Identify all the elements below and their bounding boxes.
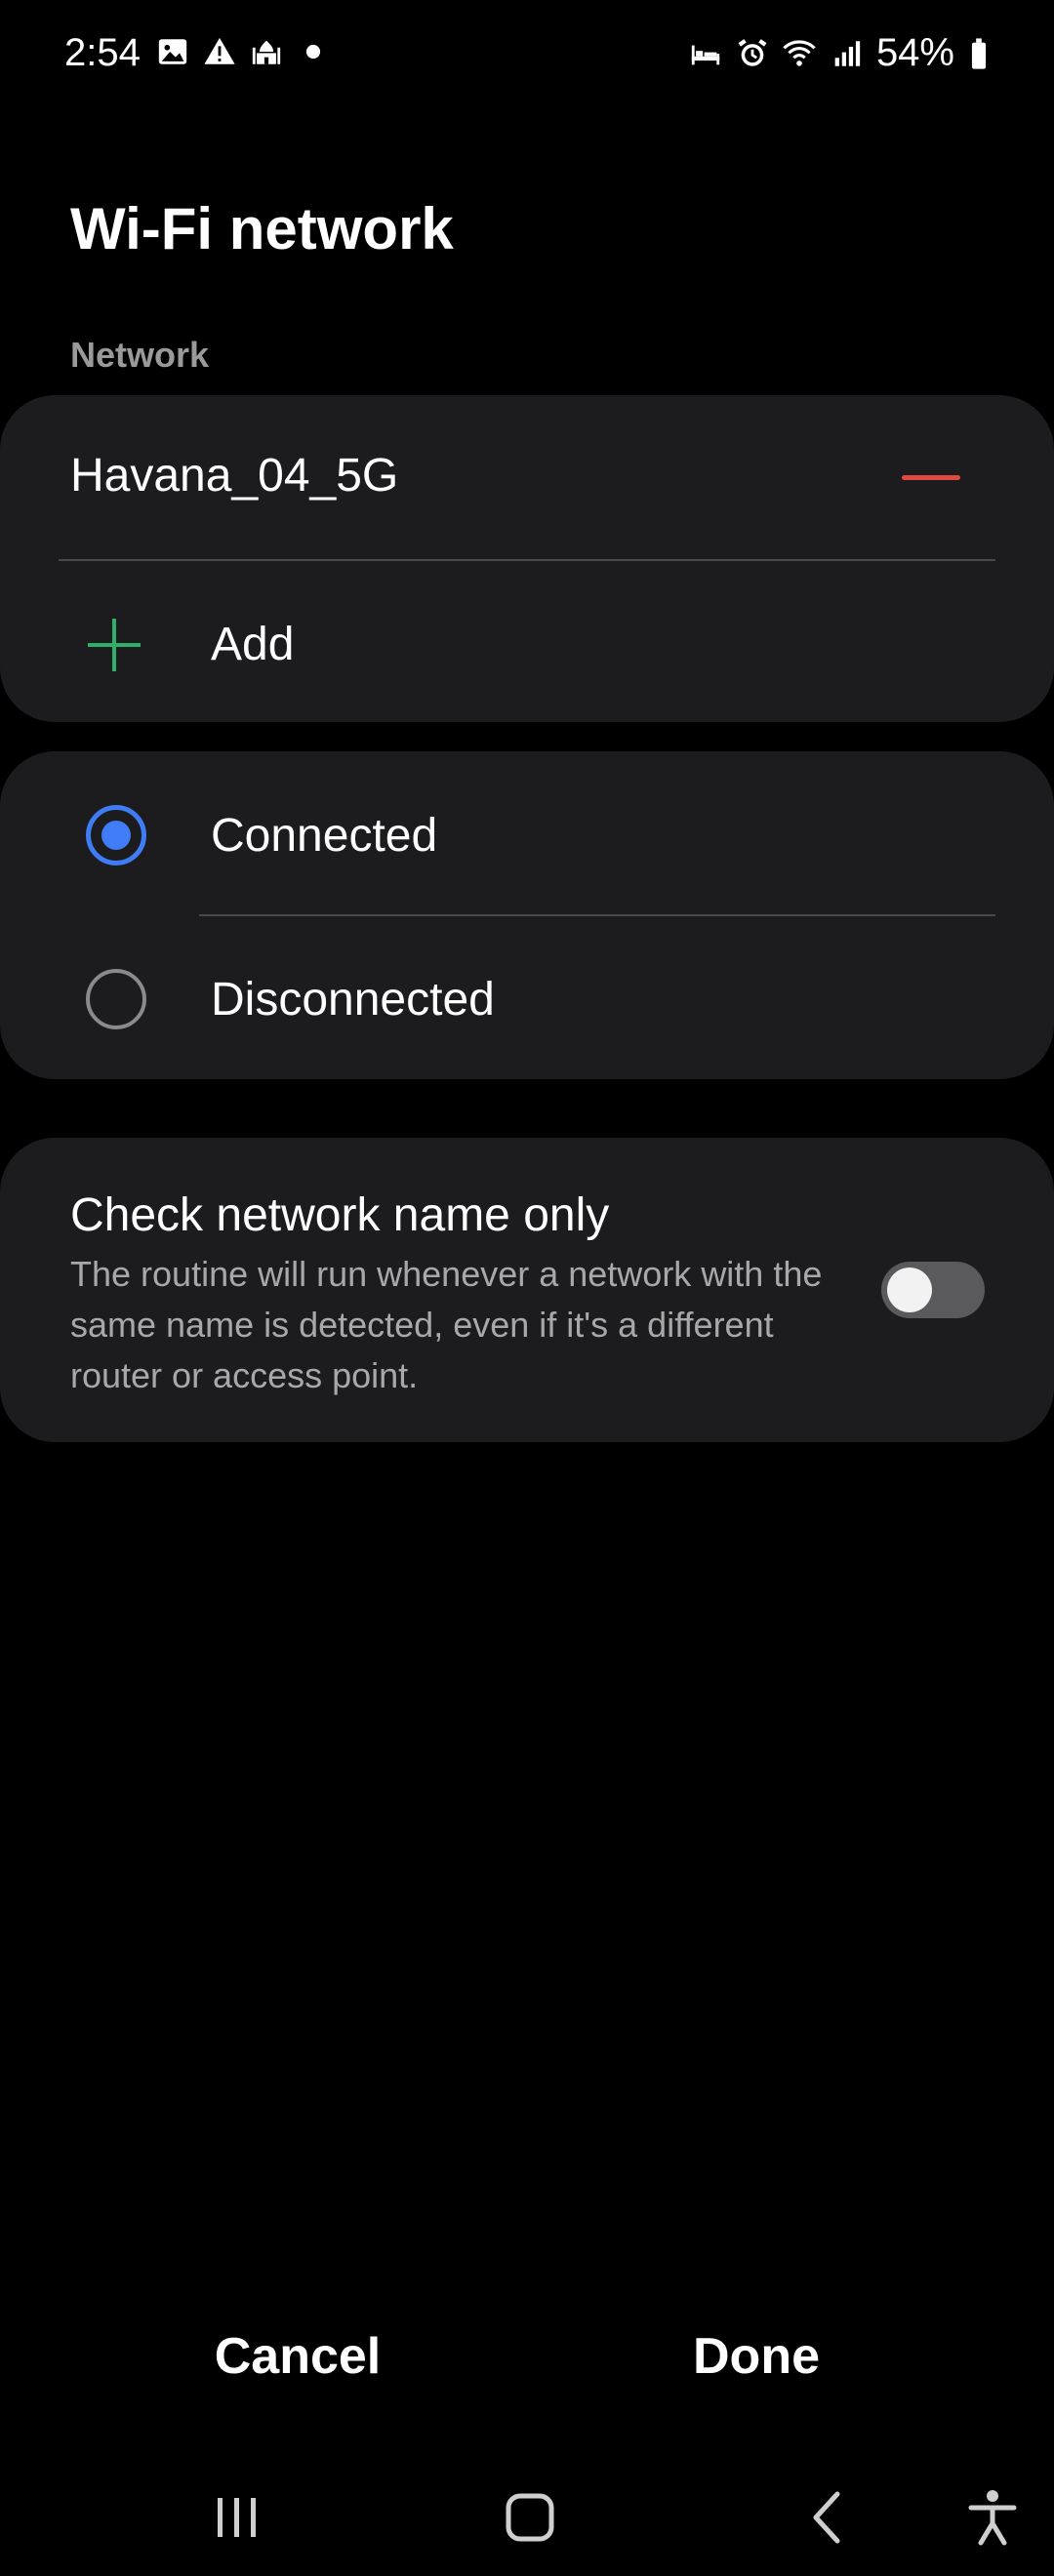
minus-icon xyxy=(902,475,960,480)
done-button[interactable]: Done xyxy=(615,2313,898,2400)
alarm-icon xyxy=(736,37,769,70)
status-time: 2:54 xyxy=(64,31,141,74)
network-name: Havana_04_5G xyxy=(70,450,399,502)
mosque-icon xyxy=(250,35,283,68)
check-network-name-toggle[interactable] xyxy=(881,1262,985,1318)
plus-icon xyxy=(86,617,142,673)
toggle-knob xyxy=(887,1268,932,1312)
recent-apps-button[interactable] xyxy=(198,2478,276,2556)
back-button[interactable] xyxy=(789,2478,867,2556)
network-card: Havana_04_5G Add xyxy=(0,395,1054,722)
radio-connected[interactable] xyxy=(86,805,146,865)
bed-icon xyxy=(689,37,722,70)
navigation-bar xyxy=(0,2449,1054,2576)
add-label: Add xyxy=(211,619,295,670)
accessibility-button[interactable] xyxy=(953,2478,1032,2556)
signal-icon xyxy=(830,37,863,70)
radio-dot xyxy=(101,821,131,850)
home-button[interactable] xyxy=(491,2478,569,2556)
screen: 2:54 54% Wi-Fi network Network Havana_04… xyxy=(0,0,1054,2576)
home-icon xyxy=(506,2493,554,2542)
option-disconnected[interactable]: Disconnected xyxy=(0,915,1054,1079)
network-row: Havana_04_5G xyxy=(0,395,1054,559)
wifi-icon xyxy=(783,37,816,70)
battery-icon xyxy=(968,37,990,70)
check-network-name-description: The routine will run whenever a network … xyxy=(70,1254,823,1395)
gallery-icon xyxy=(156,35,189,68)
status-left-icons xyxy=(156,35,330,68)
dot-icon xyxy=(297,35,330,68)
battery-percent: 54% xyxy=(875,31,954,74)
option-disconnected-label: Disconnected xyxy=(211,974,495,1026)
connection-state-card: Connected Disconnected xyxy=(0,751,1054,1079)
remove-network-button[interactable] xyxy=(888,449,966,507)
cancel-button[interactable]: Cancel xyxy=(156,2313,439,2400)
recent-apps-icon xyxy=(218,2498,256,2537)
option-connected[interactable]: Connected xyxy=(0,751,1054,915)
section-label-network: Network xyxy=(70,335,210,375)
status-right-icons: 54% xyxy=(689,31,990,75)
add-network-button[interactable]: Add xyxy=(0,561,1054,722)
status-bar: 2:54 54% xyxy=(0,0,1054,112)
accessibility-icon xyxy=(968,2490,1017,2546)
back-icon xyxy=(813,2491,840,2544)
check-network-name-title: Check network name only xyxy=(70,1189,610,1241)
radio-disconnected[interactable] xyxy=(86,969,146,1029)
alert-icon xyxy=(203,35,236,68)
check-network-name-card[interactable]: Check network name only The routine will… xyxy=(0,1138,1054,1442)
option-connected-label: Connected xyxy=(211,810,438,862)
page-title: Wi-Fi network xyxy=(70,196,454,262)
